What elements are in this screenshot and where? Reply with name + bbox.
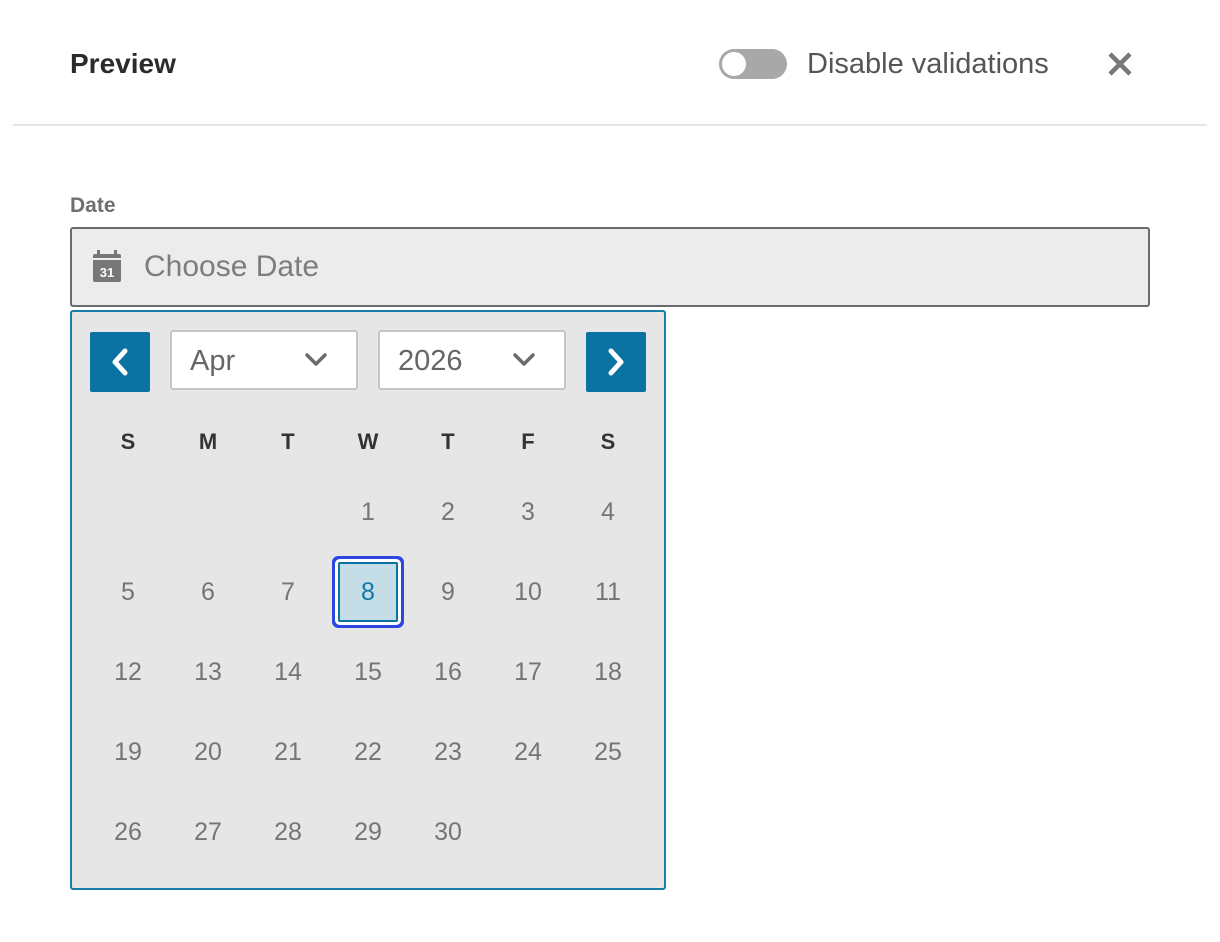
day-cell[interactable]: 26 (98, 802, 158, 862)
datepicker-popup: Apr 2026 SMTWTFS 1 2 3 4 5 6 7 8 9 10 11 12 13 14 15 16… (70, 310, 666, 890)
day-cell[interactable]: 29 (338, 802, 398, 862)
disable-validations-toggle[interactable] (719, 49, 787, 79)
previous-month-button[interactable] (90, 332, 150, 392)
next-month-button[interactable] (586, 332, 646, 392)
day-cell[interactable]: 21 (258, 722, 318, 782)
year-select[interactable]: 2026 (378, 330, 566, 390)
day-cell-selected[interactable]: 8 (338, 562, 398, 622)
date-input[interactable]: 31 Choose Date (70, 227, 1150, 307)
day-cell[interactable]: 14 (258, 642, 318, 702)
date-field-label: Date (70, 194, 116, 217)
day-cell[interactable]: 7 (258, 562, 318, 622)
day-cell[interactable]: 6 (178, 562, 238, 622)
header-divider (13, 124, 1207, 126)
day-cell[interactable]: 13 (178, 642, 238, 702)
month-select-value: Apr (190, 345, 236, 377)
day-cell[interactable]: 1 (338, 482, 398, 542)
day-cell[interactable]: 18 (578, 642, 638, 702)
calendar-icon: 31 (93, 250, 121, 282)
year-select-value: 2026 (398, 345, 463, 377)
weekday-label: S (120, 429, 136, 454)
chevron-down-icon (513, 353, 535, 366)
day-cell[interactable]: 12 (98, 642, 158, 702)
day-cell[interactable]: 2 (418, 482, 478, 542)
day-cell[interactable]: 15 (338, 642, 398, 702)
weekday-label: T (281, 429, 295, 454)
day-cell[interactable]: 19 (98, 722, 158, 782)
month-select[interactable]: Apr (170, 330, 358, 390)
day-cell[interactable]: 20 (178, 722, 238, 782)
day-cell[interactable]: 4 (578, 482, 638, 542)
day-cell[interactable]: 10 (498, 562, 558, 622)
day-cell[interactable]: 22 (338, 722, 398, 782)
day-cell[interactable]: 27 (178, 802, 238, 862)
close-button[interactable] (1100, 44, 1140, 84)
weekday-label: T (441, 429, 455, 454)
day-cell[interactable]: 3 (498, 482, 558, 542)
chevron-right-icon (608, 348, 624, 376)
day-cell[interactable]: 9 (418, 562, 478, 622)
weekday-label: M (198, 429, 218, 454)
disable-validations-label: Disable validations (807, 48, 1049, 80)
day-cell[interactable]: 25 (578, 722, 638, 782)
day-cell[interactable]: 30 (418, 802, 478, 862)
toggle-knob (722, 52, 746, 76)
weekday-label: W (357, 429, 379, 454)
calendar-icon-day: 31 (100, 265, 114, 280)
day-cell[interactable]: 5 (98, 562, 158, 622)
day-cell[interactable]: 16 (418, 642, 478, 702)
day-cell[interactable]: 23 (418, 722, 478, 782)
chevron-left-icon (112, 348, 128, 376)
date-input-placeholder: Choose Date (144, 250, 320, 283)
chevron-down-icon (305, 353, 327, 366)
page-title: Preview (70, 48, 176, 79)
day-cell[interactable]: 17 (498, 642, 558, 702)
weekday-label: F (521, 429, 535, 454)
close-icon (1108, 52, 1132, 76)
day-cell[interactable]: 24 (498, 722, 558, 782)
preview-header: Preview Disable validations (0, 0, 1220, 126)
day-cell[interactable]: 11 (578, 562, 638, 622)
weekday-label: S (600, 429, 616, 454)
day-cell[interactable]: 28 (258, 802, 318, 862)
